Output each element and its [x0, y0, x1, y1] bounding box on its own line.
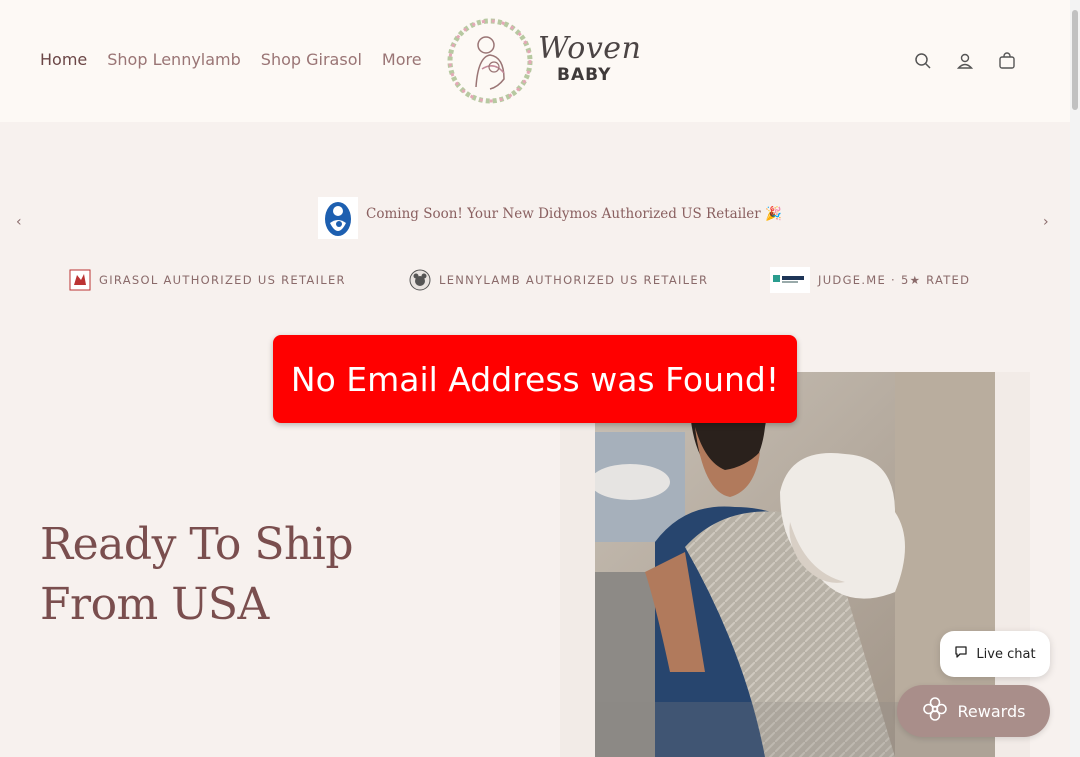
site-header: Home Shop Lennylamb Shop Girasol More Wo… — [0, 0, 1070, 122]
nav-home[interactable]: Home — [40, 50, 87, 69]
hero-title: Ready To Ship From USA — [40, 515, 354, 635]
didymos-logo-icon — [318, 197, 358, 239]
announcement-next-button[interactable]: › — [1043, 214, 1049, 230]
rewards-button[interactable]: Rewards — [897, 685, 1050, 737]
page-scrollbar[interactable] — [1070, 0, 1080, 757]
flower-icon — [922, 696, 948, 726]
girasol-logo-icon — [69, 268, 91, 292]
nav-shop-girasol[interactable]: Shop Girasol — [261, 50, 362, 69]
nav-shop-lennylamb[interactable]: Shop Lennylamb — [107, 50, 241, 69]
badge-lennylamb: LENNYLAMB AUTHORIZED US RETAILER — [409, 268, 708, 292]
logo-wreath-icon — [447, 18, 533, 104]
hero-title-line2: From USA — [40, 579, 269, 630]
judgeme-logo-icon — [770, 267, 810, 293]
nav-more[interactable]: More — [382, 50, 422, 69]
error-toast-message: No Email Address was Found! — [290, 359, 780, 399]
announcement-text: Coming Soon! Your New Didymos Authorized… — [366, 206, 782, 222]
badge-lennylamb-text: LENNYLAMB AUTHORIZED US RETAILER — [439, 273, 709, 287]
rewards-label: Rewards — [957, 701, 1026, 721]
header-actions — [912, 50, 1018, 72]
main-nav: Home Shop Lennylamb Shop Girasol More — [40, 50, 422, 69]
announcement-prev-button[interactable]: ‹ — [16, 214, 22, 230]
lennylamb-logo-icon — [409, 268, 431, 292]
live-chat-button[interactable]: Live chat — [940, 631, 1050, 677]
site-logo[interactable]: Woven BABY — [446, 17, 641, 107]
badge-judgeme: JUDGE.ME · 5★ RATED — [770, 267, 971, 293]
cart-icon[interactable] — [996, 50, 1018, 72]
badge-girasol: GIRASOL AUTHORIZED US RETAILER — [69, 268, 346, 292]
logo-wordmark: Woven — [538, 31, 642, 66]
logo-subtext: BABY — [557, 65, 612, 85]
search-icon[interactable] — [912, 50, 934, 72]
account-icon[interactable] — [954, 50, 976, 72]
hero-title-line1: Ready To Ship — [40, 519, 354, 570]
badge-judgeme-text: JUDGE.ME · 5★ RATED — [818, 273, 971, 287]
error-toast: No Email Address was Found! — [273, 335, 797, 423]
live-chat-label: Live chat — [976, 646, 1036, 662]
badge-girasol-text: GIRASOL AUTHORIZED US RETAILER — [99, 273, 346, 287]
scrollbar-thumb[interactable] — [1072, 10, 1078, 110]
chat-bubble-icon — [954, 645, 968, 663]
